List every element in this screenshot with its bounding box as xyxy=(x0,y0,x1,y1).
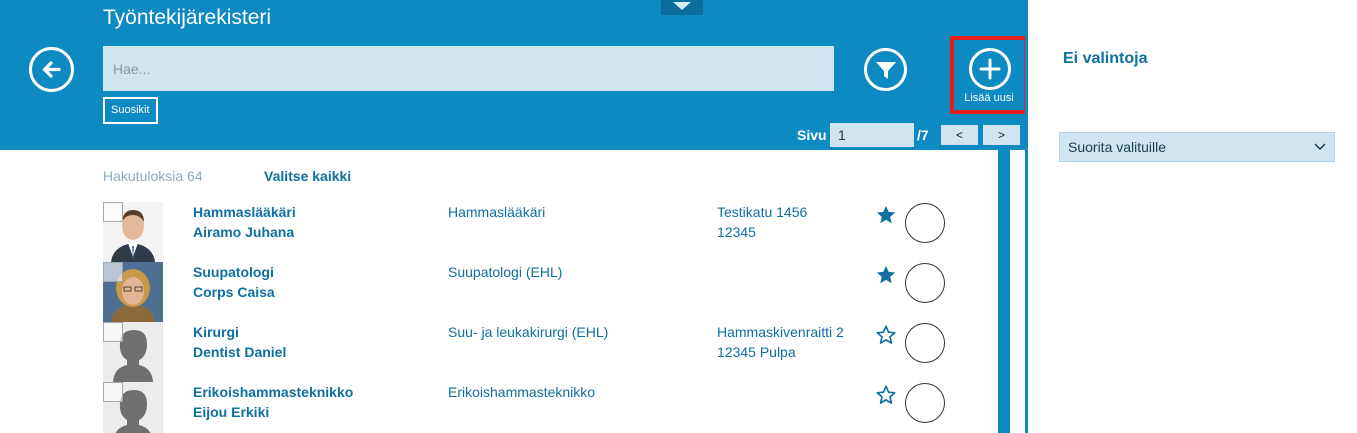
back-button[interactable] xyxy=(29,47,74,92)
prev-page-button[interactable]: < xyxy=(941,125,978,145)
selection-panel: Ei valintoja Suorita valituille xyxy=(1025,0,1357,433)
employee-specialty: Hammaslääkäri xyxy=(448,204,546,220)
row-action-button[interactable] xyxy=(905,263,945,303)
chevron-down-icon xyxy=(673,2,691,10)
filter-button[interactable] xyxy=(864,48,907,91)
employee-title: Kirurgi xyxy=(193,324,239,340)
employee-name: Eijou Erkiki xyxy=(193,404,270,420)
star-outline-icon[interactable] xyxy=(875,324,897,346)
page-total: /7 xyxy=(917,127,929,143)
row-checkbox[interactable] xyxy=(103,322,123,342)
chevron-down-icon xyxy=(1314,143,1326,151)
add-new-button[interactable] xyxy=(969,48,1011,90)
list-item[interactable]: Erikoishammasteknikko Eijou Erkiki Eriko… xyxy=(103,382,993,433)
main-panel: Työntekijärekisteri Suosikit Lisää uusi … xyxy=(0,0,1025,433)
page-label: Sivu xyxy=(797,127,827,143)
row-action-button[interactable] xyxy=(905,383,945,423)
filter-icon xyxy=(876,62,896,79)
page-title: Työntekijärekisteri xyxy=(103,6,272,29)
bulk-action-label: Suorita valituille xyxy=(1068,139,1167,155)
row-action-button[interactable] xyxy=(905,203,945,243)
plus-icon xyxy=(979,58,1001,80)
employee-title: Erikoishammasteknikko xyxy=(193,384,354,400)
list-item[interactable]: Hammaslääkäri Airamo Juhana Hammaslääkär… xyxy=(103,202,993,262)
employee-address-line2: 12345 xyxy=(717,224,756,240)
star-filled-icon[interactable] xyxy=(875,264,897,286)
app-bar-toggle[interactable] xyxy=(661,0,703,15)
row-action-button[interactable] xyxy=(905,323,945,363)
next-page-button[interactable]: > xyxy=(983,125,1020,145)
add-new-label: Lisää uusi xyxy=(964,92,1014,104)
page-number-input[interactable] xyxy=(830,123,914,147)
employee-specialty: Suupatologi (EHL) xyxy=(448,264,563,280)
employee-name: Dentist Daniel xyxy=(193,344,287,360)
employee-address-line2: 12345 Pulpa xyxy=(717,344,796,360)
scrollbar[interactable] xyxy=(998,150,1010,433)
row-checkbox[interactable] xyxy=(103,382,123,402)
favorites-button[interactable]: Suosikit xyxy=(103,97,158,124)
star-outline-icon[interactable] xyxy=(875,384,897,406)
employee-address-line1: Testikatu 1456 xyxy=(717,204,808,220)
employee-name: Corps Caisa xyxy=(193,284,275,300)
employee-specialty: Suu- ja leukakirurgi (EHL) xyxy=(448,324,609,340)
employee-specialty: Erikoishammasteknikko xyxy=(448,384,596,400)
star-filled-icon[interactable] xyxy=(875,204,897,226)
add-new-highlight: Lisää uusi xyxy=(950,36,1025,114)
list-item[interactable]: Kirurgi Dentist Daniel Suu- ja leukakiru… xyxy=(103,322,993,382)
selection-status: Ei valintoja xyxy=(1063,50,1148,67)
employee-title: Hammaslääkäri xyxy=(193,204,296,220)
header-bar: Työntekijärekisteri Suosikit Lisää uusi … xyxy=(0,0,1025,150)
row-checkbox[interactable] xyxy=(103,202,123,222)
row-checkbox[interactable] xyxy=(103,262,123,282)
select-all-link[interactable]: Valitse kaikki xyxy=(264,168,351,184)
employee-address-line1: Hammaskivenraitti 2 xyxy=(717,324,844,340)
arrow-left-icon xyxy=(42,61,61,78)
results-count: Hakutuloksia 64 xyxy=(103,168,203,184)
employee-name: Airamo Juhana xyxy=(193,224,295,240)
bulk-action-dropdown[interactable]: Suorita valituille xyxy=(1059,132,1335,162)
list-item[interactable]: Suupatologi Corps Caisa Suupatologi (EHL… xyxy=(103,262,993,322)
employee-title: Suupatologi xyxy=(193,264,274,280)
search-input[interactable] xyxy=(103,46,834,91)
